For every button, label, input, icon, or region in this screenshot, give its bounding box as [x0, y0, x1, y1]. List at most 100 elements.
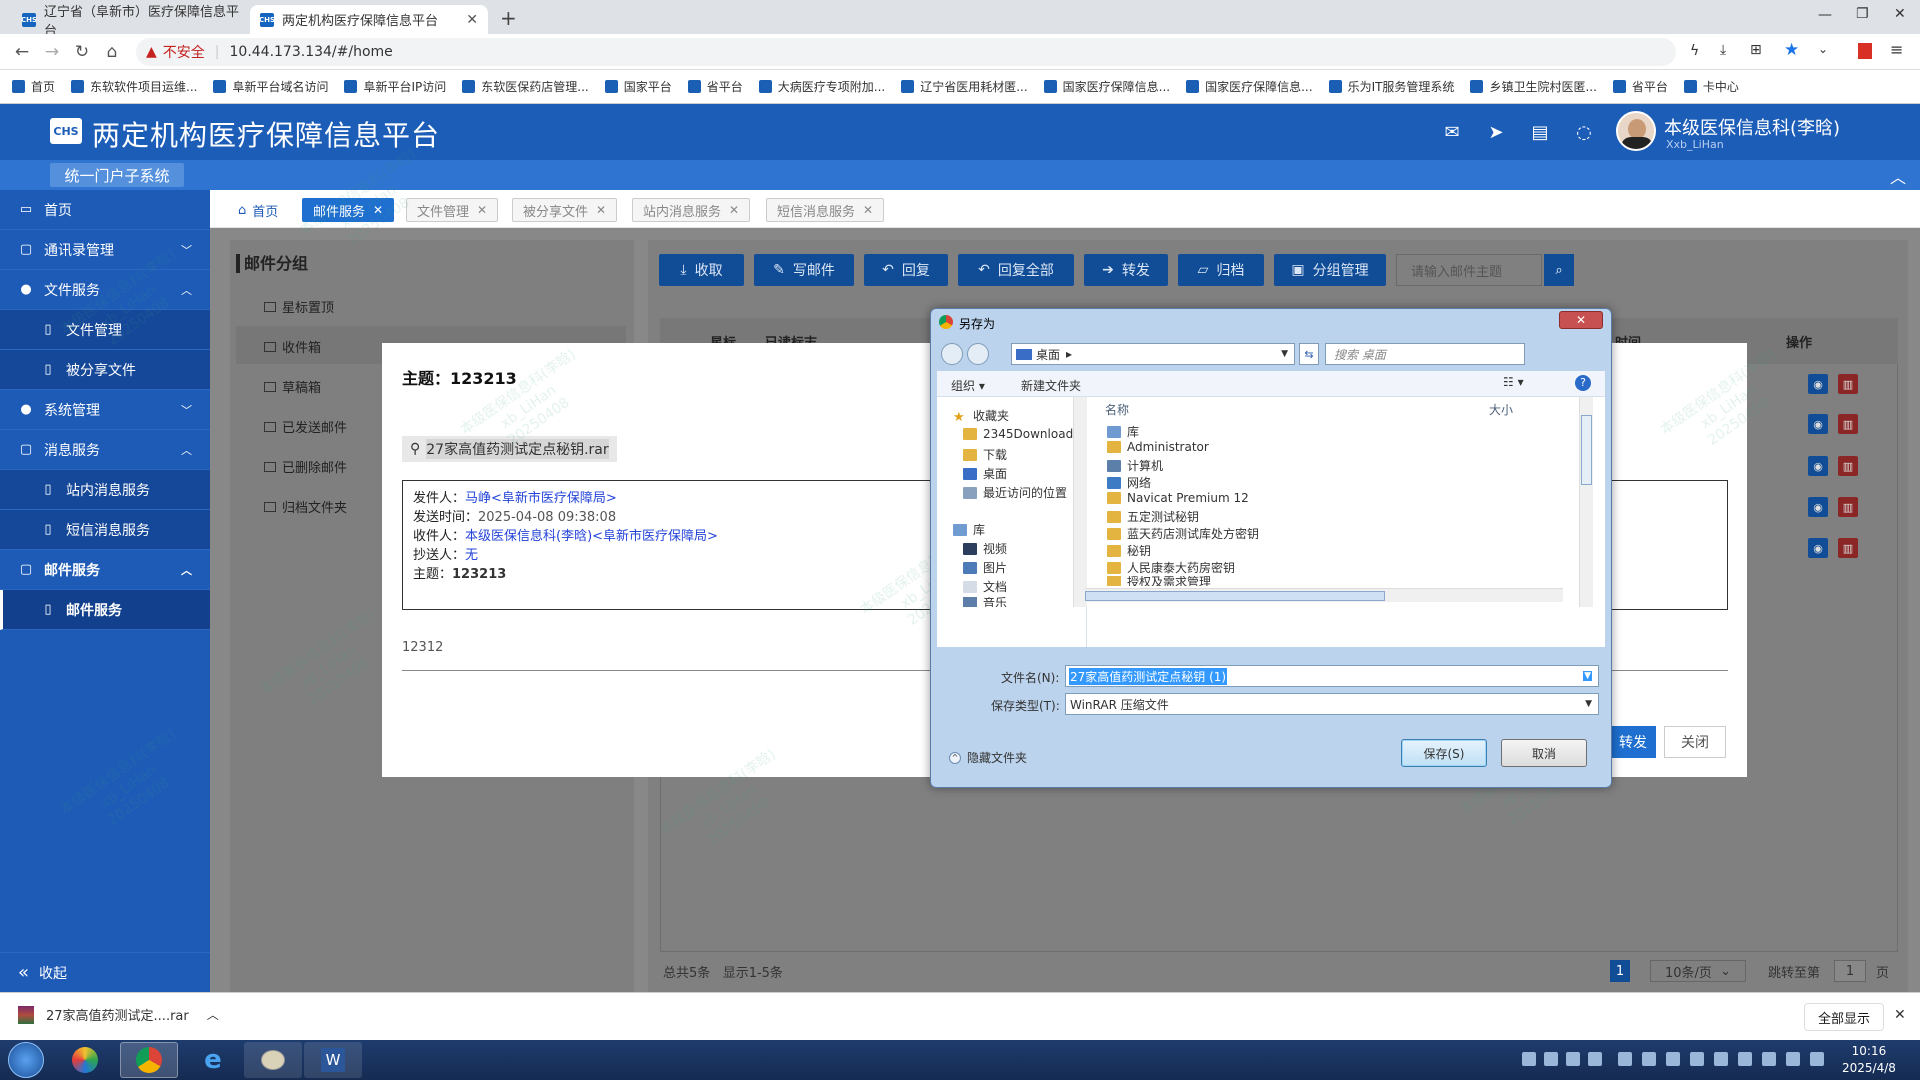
sender-link[interactable]: 马峥<阜新市医疗保障局> — [465, 491, 617, 506]
clock[interactable]: 10:16 2025/4/8 — [1842, 1043, 1896, 1077]
back-icon[interactable]: ← — [8, 38, 36, 66]
col-size[interactable]: 大小 — [1489, 401, 1513, 418]
chevron-down-icon[interactable]: ▼ — [1583, 671, 1592, 681]
horizontal-scrollbar[interactable] — [1085, 588, 1563, 602]
nav-music[interactable]: 音乐 — [963, 597, 1007, 607]
modal-close-button[interactable]: 关闭 — [1664, 726, 1726, 758]
dialog-search-input[interactable]: 搜索 桌面 — [1325, 343, 1525, 365]
save-button[interactable]: 保存(S) — [1401, 739, 1487, 767]
page-jump-input[interactable]: 1 — [1834, 960, 1866, 982]
file-item[interactable]: 网络 — [1107, 474, 1151, 491]
folder-drafts[interactable]: 草稿箱 — [264, 377, 321, 396]
tray-icon[interactable] — [1738, 1052, 1752, 1066]
address-bar[interactable]: ▲ 不安全 | 10.44.173.134/#/home — [136, 38, 1676, 66]
refresh-icon[interactable]: ⇆ — [1299, 343, 1319, 365]
browser-tab-2[interactable]: CHS 两定机构医疗保障信息平台 ✕ — [250, 5, 488, 34]
ie-icon[interactable]: e — [184, 1042, 242, 1078]
close-icon[interactable]: ✕ — [373, 203, 383, 217]
nav-downloads[interactable]: 下载 — [963, 446, 1007, 463]
close-icon[interactable]: ✕ — [477, 203, 487, 217]
view-toggle-icon[interactable]: ☷ ▾ — [1503, 375, 1524, 389]
page-number[interactable]: 1 — [1610, 960, 1630, 982]
bookmark-item[interactable]: 国家医疗保障信息... — [1043, 78, 1170, 95]
tray-icon[interactable] — [1588, 1052, 1602, 1066]
attachment-link[interactable]: ⚲ 27家高值药测试定点秘钥.rar — [402, 436, 617, 462]
portal-button[interactable]: 统一门户子系统 — [50, 163, 184, 187]
chevron-down-icon[interactable]: ▼ — [1281, 349, 1288, 359]
sidebar-item-home[interactable]: ▭ 首页 — [0, 190, 210, 230]
bookmark-item[interactable]: 东软医保药店管理... — [462, 78, 589, 95]
tray-icon[interactable] — [1544, 1052, 1558, 1066]
sidebar-item-file-service[interactable]: ● 文件服务 ︿ — [0, 270, 210, 310]
chevron-down-icon[interactable]: ⌄ — [1818, 42, 1828, 56]
file-item[interactable]: 秘钥 — [1107, 542, 1151, 559]
download-icon[interactable]: ⤓ — [1720, 42, 1726, 58]
close-tab-icon[interactable]: ✕ — [466, 12, 478, 28]
chat-icon[interactable]: ◌ — [1574, 122, 1594, 143]
sidebar-item-mail[interactable]: ▢ 邮件服务 ︿ — [0, 550, 210, 590]
collapse-up-icon[interactable]: ︿ — [1890, 164, 1906, 188]
scroll-thumb[interactable] — [1581, 415, 1592, 485]
forward-icon[interactable]: → — [38, 38, 66, 66]
page-size-select[interactable]: 10条/页 ⌄ — [1650, 960, 1746, 982]
user-name[interactable]: 本级医保信息科(李晗) — [1664, 114, 1840, 140]
start-button[interactable] — [8, 1042, 44, 1078]
tray-icon[interactable] — [1566, 1052, 1580, 1066]
filename-input[interactable]: 27家高值药测试定点秘钥 (1) ▼ — [1065, 665, 1599, 687]
mail-search-input[interactable]: 请输入邮件主题 — [1396, 254, 1542, 286]
chevron-up-icon[interactable]: ︿ — [207, 1006, 219, 1023]
scroll-thumb[interactable] — [1085, 591, 1385, 601]
bookmark-item[interactable]: 乡镇卫生院村医匿... — [1470, 78, 1597, 95]
file-item[interactable]: 计算机 — [1107, 457, 1163, 474]
bookmark-item[interactable]: 省平台 — [1612, 78, 1668, 95]
delete-icon[interactable]: ▥ — [1838, 497, 1858, 517]
window-close-icon[interactable]: ✕ — [1894, 6, 1906, 22]
bookmark-item[interactable]: 阜新平台IP访问 — [344, 78, 446, 95]
bookmark-item[interactable]: 东软软件项目运维... — [71, 78, 197, 95]
archive-button[interactable]: ▱ 归档 — [1178, 254, 1264, 286]
nav-2345downloads[interactable]: 2345Downloads — [963, 427, 1079, 441]
path-bar[interactable]: 桌面 ▸ ▼ — [1011, 343, 1295, 365]
filetype-select[interactable]: WinRAR 压缩文件 ▼ — [1065, 693, 1599, 715]
view-icon[interactable]: ◉ — [1808, 414, 1828, 434]
pdf-icon[interactable] — [1858, 43, 1872, 59]
sidebar-collapse-button[interactable]: «收起 — [0, 952, 210, 992]
bookmark-item[interactable]: 阜新平台域名访问 — [213, 78, 328, 95]
tab-site-message[interactable]: 站内消息服务 ✕ — [632, 198, 751, 222]
folder-inbox[interactable]: 收件箱 — [264, 337, 321, 356]
file-item[interactable]: 人民康泰大药房密钥 — [1107, 559, 1235, 576]
help-icon[interactable]: ? — [1575, 375, 1591, 391]
lightning-icon[interactable]: ϟ — [1690, 43, 1699, 59]
tray-icon[interactable] — [1642, 1052, 1656, 1066]
minimize-icon[interactable]: — — [1818, 7, 1832, 23]
file-item[interactable]: 授权及需求管理 — [1107, 576, 1211, 586]
sidebar-item-shared-files[interactable]: ▯ 被分享文件 — [0, 350, 210, 390]
tray-icon[interactable] — [1714, 1052, 1728, 1066]
tray-icon[interactable] — [1522, 1052, 1536, 1066]
tray-icon[interactable] — [1690, 1052, 1704, 1066]
tray-icon[interactable] — [1762, 1052, 1776, 1066]
reply-all-button[interactable]: ↶ 回复全部 — [958, 254, 1074, 286]
delete-icon[interactable]: ▥ — [1838, 374, 1858, 394]
reply-button[interactable]: ↶ 回复 — [864, 254, 948, 286]
file-item[interactable]: 蓝天药店测试库处方密钥 — [1107, 525, 1259, 542]
sidebar-item-contacts[interactable]: ▢ 通讯录管理 ﹀ — [0, 230, 210, 270]
file-item[interactable]: Administrator — [1107, 440, 1209, 454]
file-item[interactable]: 五定测试秘钥 — [1107, 508, 1199, 525]
view-icon[interactable]: ◉ — [1808, 374, 1828, 394]
view-icon[interactable]: ◉ — [1808, 538, 1828, 558]
organize-button[interactable]: 组织 ▾ — [951, 377, 985, 394]
mail-icon[interactable]: ✉ — [1442, 122, 1462, 143]
bookmark-item[interactable]: 国家平台 — [604, 78, 672, 95]
document-icon[interactable]: ▤ — [1530, 122, 1550, 143]
avatar[interactable] — [1616, 111, 1656, 151]
bookmark-item[interactable]: 省平台 — [687, 78, 743, 95]
col-name[interactable]: 名称 — [1105, 401, 1129, 418]
nav-favorites[interactable]: ★ 收藏夹 — [953, 407, 1009, 425]
recipient-link[interactable]: 本级医保信息科(李晗)<阜新市医疗保障局> — [465, 529, 718, 544]
view-icon[interactable]: ◉ — [1808, 497, 1828, 517]
nav-library[interactable]: 库 — [953, 521, 985, 538]
delete-icon[interactable]: ▥ — [1838, 456, 1858, 476]
send-icon[interactable]: ➤ — [1486, 122, 1506, 143]
receive-button[interactable]: ⤓ 收取 — [659, 254, 744, 286]
